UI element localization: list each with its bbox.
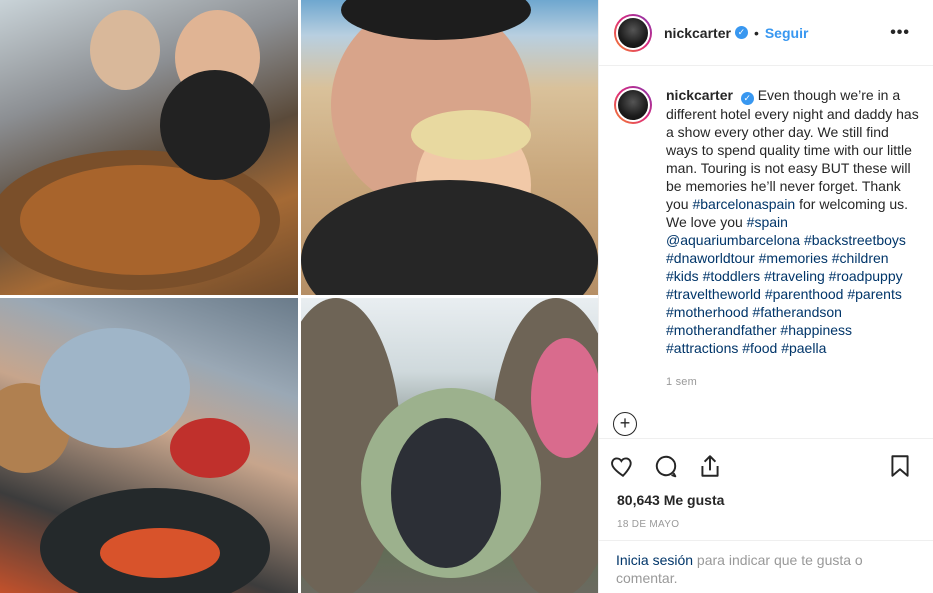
post-side-panel: nickcarter ✓ • Seguir ••• nickcarter ✓ E… xyxy=(598,0,933,593)
share-icon[interactable] xyxy=(697,453,723,479)
hashtag[interactable]: #fatherandson xyxy=(752,304,842,320)
photo-family-paella xyxy=(0,0,298,295)
hashtag[interactable]: #roadpuppy xyxy=(829,268,903,284)
caption-block: nickcarter ✓ Even though we’re in a diff… xyxy=(614,86,924,357)
caption-username[interactable]: nickcarter xyxy=(666,87,733,103)
heart-icon[interactable] xyxy=(610,453,636,479)
hashtag[interactable]: #barcelonaspain xyxy=(692,196,795,212)
login-link[interactable]: Inicia sesión xyxy=(616,552,693,568)
hashtag[interactable]: #motherandfather xyxy=(666,322,777,338)
post-time-ago: 1 sem xyxy=(666,376,697,388)
login-prompt: Inicia sesión para indicar que te gusta … xyxy=(599,540,933,587)
hashtag[interactable]: #dnaworldtour xyxy=(666,250,755,266)
hashtag[interactable]: #food xyxy=(742,340,777,356)
likes-number: 80,643 xyxy=(617,492,660,508)
avatar[interactable] xyxy=(614,13,652,52)
hashtag[interactable]: #memories xyxy=(759,250,828,266)
photo-father-son-beach xyxy=(301,0,598,295)
likes-label: Me gusta xyxy=(663,492,725,508)
hashtag-list: #spain @aquariumbarcelona #backstreetboy… xyxy=(666,214,906,356)
follow-button[interactable]: Seguir xyxy=(765,25,809,41)
more-options-icon[interactable]: ••• xyxy=(890,24,910,42)
caption-avatar[interactable] xyxy=(614,86,652,124)
post-header: nickcarter ✓ • Seguir ••• xyxy=(599,0,933,66)
likes-count[interactable]: 80,643 Me gusta xyxy=(617,492,724,508)
username-link[interactable]: nickcarter xyxy=(664,25,731,41)
hashtag[interactable]: #attractions xyxy=(666,340,738,356)
hashtag[interactable]: #traveling xyxy=(764,268,825,284)
verified-badge-icon: ✓ xyxy=(734,26,748,39)
caption-body: Even though we’re in a different hotel e… xyxy=(666,87,919,212)
photo-shark-jaws xyxy=(301,298,598,593)
hashtag[interactable]: #backstreetboys xyxy=(804,232,906,248)
hashtag[interactable]: #paella xyxy=(781,340,826,356)
hashtag[interactable]: @aquariumbarcelona xyxy=(666,232,800,248)
verified-badge-icon: ✓ xyxy=(740,92,754,105)
hashtag[interactable]: #happiness xyxy=(780,322,852,338)
action-bar: 80,643 Me gusta 18 DE MAYO xyxy=(599,438,933,538)
hashtag[interactable]: #traveltheworld xyxy=(666,286,761,302)
bookmark-icon[interactable] xyxy=(887,453,913,479)
hashtag[interactable]: #parenthood xyxy=(765,286,844,302)
post-photo[interactable] xyxy=(0,0,598,593)
hashtag[interactable]: #toddlers xyxy=(703,268,761,284)
hashtag[interactable]: #motherhood xyxy=(666,304,749,320)
hashtag[interactable]: #children xyxy=(832,250,889,266)
hashtag[interactable]: #kids xyxy=(666,268,699,284)
comment-icon[interactable] xyxy=(653,453,679,479)
photo-aquarium-touch-pool xyxy=(0,298,298,593)
caption-text: nickcarter ✓ Even though we’re in a diff… xyxy=(666,86,924,357)
add-comment-icon[interactable]: + xyxy=(613,412,637,436)
hashtag[interactable]: #parents xyxy=(847,286,901,302)
hashtag[interactable]: #spain xyxy=(747,214,788,230)
post-date: 18 DE MAYO xyxy=(617,519,680,530)
separator-dot: • xyxy=(753,24,759,41)
